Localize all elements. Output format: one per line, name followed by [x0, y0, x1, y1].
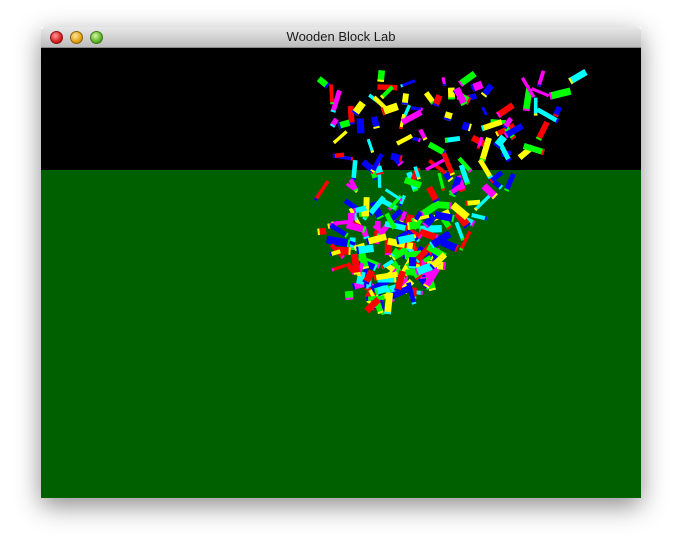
wooden-block [356, 118, 365, 134]
wooden-block [470, 80, 484, 92]
wooden-block [568, 69, 588, 85]
wooden-block [535, 120, 550, 141]
wooden-block [377, 69, 386, 83]
wooden-block [481, 106, 488, 116]
wooden-block [329, 222, 349, 238]
wooden-block [401, 93, 409, 106]
wooden-block [313, 180, 330, 202]
wooden-block [344, 290, 354, 300]
wooden-block [331, 263, 346, 272]
wooden-block [329, 117, 339, 128]
wooden-block [317, 227, 327, 236]
wooden-block [480, 83, 494, 98]
wooden-block [337, 119, 351, 129]
wooden-block [477, 158, 493, 180]
wooden-block [495, 102, 515, 118]
wooden-block [548, 87, 572, 100]
window-title: Wooden Block Lab [286, 29, 396, 44]
wooden-block [441, 76, 447, 87]
wooden-block [316, 76, 330, 89]
wooden-block [443, 111, 453, 122]
wooden-block [332, 130, 348, 145]
wooden-block [412, 136, 421, 143]
wooden-block [366, 138, 375, 154]
wooden-block [400, 79, 416, 88]
wooden-block [426, 185, 440, 203]
app-window: Wooden Block Lab [41, 27, 641, 498]
wooden-block [347, 212, 357, 221]
wooden-block [408, 257, 417, 269]
wooden-block [493, 134, 507, 149]
wooden-block [371, 116, 380, 130]
3d-viewport[interactable] [41, 48, 641, 498]
wooden-block [461, 121, 472, 132]
title-bar[interactable]: Wooden Block Lab [41, 27, 641, 48]
wooden-block [351, 159, 358, 181]
wooden-block [396, 133, 413, 146]
wooden-block [552, 105, 563, 118]
block-cluster [313, 69, 588, 316]
wooden-block [390, 152, 403, 162]
wooden-block [533, 97, 538, 116]
wooden-block [471, 213, 488, 221]
wooden-block [447, 87, 455, 100]
wooden-block [329, 84, 335, 105]
wooden-block [536, 70, 546, 87]
wooden-block [410, 106, 423, 112]
wooden-block [444, 135, 461, 143]
wooden-block [384, 188, 403, 202]
wooden-block [377, 174, 382, 188]
wooden-block [503, 172, 516, 192]
wooden-block [325, 235, 351, 248]
